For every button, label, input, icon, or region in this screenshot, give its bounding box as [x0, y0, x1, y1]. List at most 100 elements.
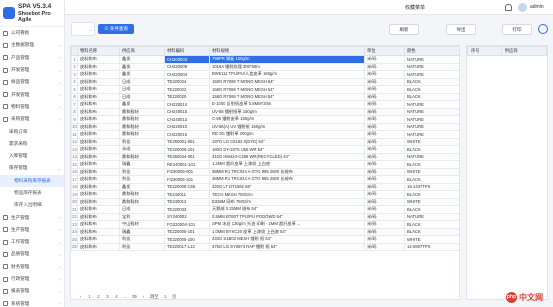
- table-cell[interactable]: NATURE: [404, 130, 459, 139]
- table-cell[interactable]: NATURE: [404, 62, 459, 71]
- sidebar-item[interactable]: 库存管理 ⌄: [0, 162, 64, 174]
- page-link[interactable]: 跳至: [150, 294, 159, 300]
- query-button[interactable]: ⊙ 条件查询: [98, 24, 134, 34]
- sidebar-item[interactable]: 工作管理 ›: [0, 236, 64, 248]
- table-cell[interactable]: 米/码: [364, 122, 405, 131]
- table-cell[interactable]: 皮料和布: [77, 197, 120, 206]
- table-cell[interactable]: 197G LG C6162 0(DYE) 54": [209, 137, 365, 146]
- table-cell[interactable]: NATURE: [404, 152, 459, 161]
- table-cell[interactable]: 皮料和布: [77, 227, 120, 236]
- table-cell[interactable]: 鼎和鞋材: [119, 122, 165, 131]
- table-cell[interactable]: 皮料和布: [77, 190, 120, 199]
- table-cell[interactable]: 皮料和布: [77, 212, 120, 221]
- table-cell[interactable]: BLACK: [404, 220, 459, 229]
- table-cell[interactable]: 皮料和布: [77, 77, 120, 86]
- table-cell[interactable]: BLACK: [404, 227, 459, 236]
- bell-icon[interactable]: [505, 4, 512, 11]
- table-cell[interactable]: NATURE: [404, 100, 459, 109]
- table-cell[interactable]: 利佳: [119, 235, 165, 244]
- table-cell[interactable]: 米/码: [364, 182, 405, 191]
- refresh-button[interactable]: 刷新: [389, 24, 419, 35]
- table-cell[interactable]: 米/码: [364, 197, 405, 206]
- sidebar-item[interactable]: 生产管理 ›: [0, 224, 64, 236]
- table-cell[interactable]: 鼎和鞋材: [119, 107, 165, 116]
- table-cell[interactable]: 皮料和布: [77, 235, 120, 244]
- table-cell[interactable]: TE220005-100: [164, 235, 210, 244]
- sidebar-item[interactable]: 采购管理 ›: [0, 113, 64, 125]
- table-row[interactable]: 26 皮料和布 利佳 TE220017-L13 375G LG SY0874 RAP 镭…: [71, 242, 459, 251]
- table-row[interactable]: 10 皮料和布 鼎和鞋材 CH220010 UV-56(A) UV 镭射纸 150g/m…: [71, 122, 459, 131]
- table-cell[interactable]: 158G R7069 T MONO MESH 54": [209, 85, 365, 94]
- page-link[interactable]: 4: [114, 294, 119, 299]
- column-header[interactable]: 颜色: [404, 46, 459, 56]
- table-cell[interactable]: 1.0MM BYXC20 皮革 上漆纹 上白底 54": [209, 227, 365, 236]
- table-cell[interactable]: E-1000 反射纸皮革 0.8MM*20m: [209, 100, 365, 109]
- page-link[interactable]: 1: [87, 294, 92, 299]
- table-cell[interactable]: 38MM R1 TRC024 A GTG 995 2600 长绒布: [209, 175, 365, 184]
- sidebar-item[interactable]: 物品库存报表: [0, 187, 64, 199]
- table-cell[interactable]: BW5111 TPU/PU/人造皮革 168g/m: [209, 70, 365, 79]
- user-name[interactable]: admin: [530, 4, 544, 10]
- table-cell[interactable]: 宝利: [119, 212, 165, 221]
- filter-select[interactable]: ⌄: [71, 22, 95, 36]
- table-cell[interactable]: 米/码: [364, 175, 405, 184]
- table-row[interactable]: 23 皮料和布 中山鞋材 FO220004-101 SPM 冰丝 130g/m 光油 印…: [71, 220, 459, 229]
- column-header[interactable]: 材料规格: [209, 46, 365, 56]
- column-header[interactable]: 单位: [364, 46, 405, 56]
- table-cell[interactable]: 永成: [119, 145, 165, 154]
- sidebar-item[interactable]: 库存入出明细: [0, 199, 64, 211]
- table-cell[interactable]: BLACK: [404, 92, 459, 101]
- column-header[interactable]: 供应商: [119, 46, 165, 56]
- table-cell[interactable]: BLACK: [404, 145, 459, 154]
- table-cell[interactable]: UV-58 镭射纸革 150g/m: [209, 107, 365, 116]
- table-cell[interactable]: 150G R7069 T MONO MESH 54": [209, 77, 365, 86]
- table-cell[interactable]: RE-3G 镭射革 200g/m: [209, 130, 365, 139]
- export-button[interactable]: 导出: [446, 24, 476, 35]
- table-cell[interactable]: TECH MESH 750G/m: [209, 190, 365, 199]
- sidebar-item[interactable]: 公司看板: [0, 27, 64, 39]
- table-cell[interactable]: 798PR 钢板 150g/m: [209, 55, 365, 64]
- table-cell[interactable]: 鼎和鞋材: [119, 152, 165, 161]
- sidebar-item[interactable]: 产品管理 ›: [0, 52, 64, 64]
- table-cell[interactable]: 440G S1B03 MESH 镭射 纸 54": [209, 235, 365, 244]
- table-cell[interactable]: 米/码: [364, 85, 405, 94]
- table-row[interactable]: 3 皮料和布 鑫发 CH220004 BW5111 TPU/PU/人造皮革 168g/m…: [71, 70, 459, 79]
- table-cell[interactable]: 利佳: [119, 242, 165, 251]
- table-row[interactable]: 1 皮料和布 鑫发 CH200003 798PR 钢板 150g/m 米/码 NATURE: [71, 55, 459, 64]
- table-cell[interactable]: TE220024: [164, 77, 210, 86]
- table-cell[interactable]: 皮料和布: [77, 130, 120, 139]
- table-cell[interactable]: 皮料和布: [77, 242, 120, 251]
- sidebar-item[interactable]: 行政管理 ›: [0, 273, 64, 285]
- table-cell[interactable]: BLACK: [404, 160, 459, 169]
- table-cell[interactable]: 皮料和布: [77, 205, 120, 214]
- table-cell[interactable]: TE220033: [164, 205, 210, 214]
- page-link[interactable]: 页: [172, 294, 177, 300]
- table-cell[interactable]: CH220015: [164, 130, 210, 139]
- table-cell[interactable]: 利佳: [119, 137, 165, 146]
- table-row[interactable]: 13 皮料和布 永成 TE220006-101 180G DY-2075 U56 WR …: [71, 145, 459, 154]
- page-link[interactable]: ...: [123, 294, 128, 299]
- table-cell[interactable]: 皮料和布: [77, 92, 120, 101]
- column-header[interactable]: 材料编码: [164, 46, 210, 56]
- table-cell[interactable]: 米/码: [364, 92, 405, 101]
- table-cell[interactable]: 15-1437TPX: [404, 182, 459, 191]
- table-row[interactable]: 19 皮料和布 鼎和鞋材 TE240011 TECH MESH 750G/m 米/码 BLA…: [71, 190, 459, 199]
- table-cell[interactable]: 鼎和鞋材: [119, 115, 165, 124]
- table-cell[interactable]: TE220008 C55: [164, 182, 210, 191]
- print-button[interactable]: 打印: [502, 24, 532, 35]
- table-cell[interactable]: 12-0807TPX: [404, 242, 459, 251]
- supplier-panel-column-header[interactable]: 供应商: [500, 46, 547, 56]
- table-cell[interactable]: TE240012: [164, 197, 210, 206]
- table-cell[interactable]: 158G R7069 T MONO MESH 54": [209, 92, 365, 101]
- table-cell[interactable]: 米/码: [364, 55, 405, 64]
- favorites-menu[interactable]: 收藏菜单: [405, 4, 425, 11]
- table-cell[interactable]: 利佳: [119, 167, 165, 176]
- table-cell[interactable]: C-85 镭射皮革 150g/m: [209, 115, 365, 124]
- table-cell[interactable]: 米/码: [364, 220, 405, 229]
- page-link[interactable]: ›: [141, 294, 146, 299]
- table-row[interactable]: 18 皮料和布 鑫发 TE220008 C55 420G LT DT1592 56" 米/…: [71, 182, 459, 191]
- table-row[interactable]: 17 皮料和布 利佳 FI230005-101 38MM R1 TRC024 A GTG…: [71, 175, 459, 184]
- table-cell[interactable]: 鼎和鞋材: [119, 190, 165, 199]
- sidebar-item[interactable]: 生产管理 ›: [0, 211, 64, 223]
- sidebar-item[interactable]: 开发管理 ›: [0, 88, 64, 100]
